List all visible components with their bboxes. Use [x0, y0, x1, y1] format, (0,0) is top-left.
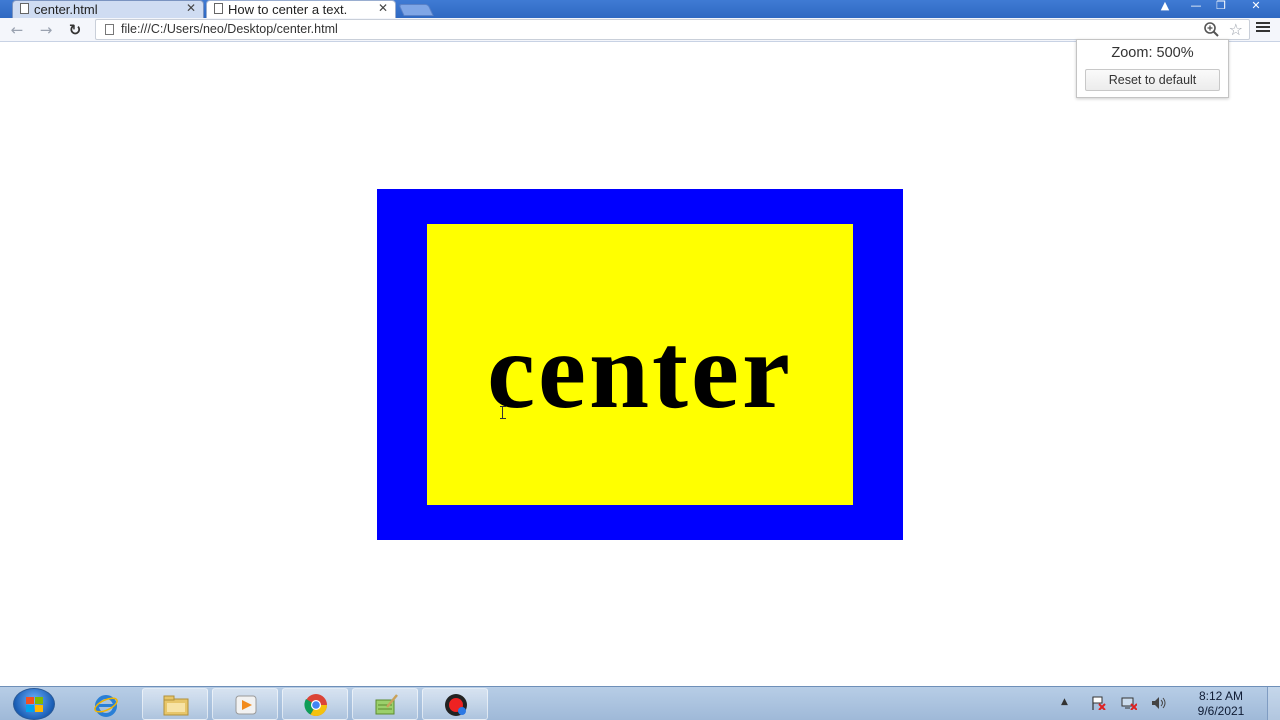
- clock-time: 8:12 AM: [1198, 689, 1244, 703]
- forward-arrow-icon[interactable]: →: [36, 21, 56, 39]
- record-icon: [445, 694, 467, 716]
- volume-icon[interactable]: [1151, 696, 1167, 710]
- page-icon: [214, 3, 223, 14]
- file-explorer-icon[interactable]: [142, 688, 208, 720]
- outer-blue-box: center: [377, 189, 903, 540]
- restore-button[interactable]: ❐: [1207, 0, 1235, 14]
- back-arrow-icon[interactable]: ←: [7, 21, 27, 39]
- media-play-icon: [235, 695, 257, 715]
- address-url[interactable]: file:///C:/Users/neo/Desktop/center.html: [121, 22, 338, 36]
- taskbar: ▲ 8:12 AM 9/6/2021: [0, 686, 1280, 720]
- notepad-pen-icon: [375, 694, 398, 715]
- menu-icon[interactable]: [1256, 22, 1270, 36]
- tab-close-icon[interactable]: ✕: [186, 1, 196, 15]
- chrome-icon[interactable]: [282, 688, 348, 720]
- user-icon[interactable]: ▲: [1151, 0, 1179, 14]
- tab-close-icon[interactable]: ✕: [378, 1, 388, 15]
- show-desktop-button[interactable]: [1267, 687, 1280, 720]
- notepad-icon[interactable]: [352, 688, 418, 720]
- inner-yellow-box: center: [427, 224, 853, 505]
- action-center-flag-icon[interactable]: [1090, 696, 1106, 710]
- reset-zoom-button[interactable]: Reset to default: [1085, 69, 1220, 91]
- tab-strip: center.html ✕ How to center a text. ✕ ▲ …: [0, 0, 1280, 18]
- bookmark-star-icon[interactable]: ☆: [1229, 20, 1243, 39]
- tab-title: center.html: [34, 1, 98, 17]
- reload-icon[interactable]: ↻: [65, 21, 85, 39]
- address-bar[interactable]: file:///C:/Users/neo/Desktop/center.html…: [95, 19, 1250, 40]
- internet-explorer-icon[interactable]: [72, 688, 138, 720]
- windows-flag-icon: [26, 697, 44, 713]
- centered-text: center: [487, 312, 793, 431]
- system-clock[interactable]: 8:12 AM 9/6/2021: [1180, 689, 1262, 719]
- text-cursor-icon: [500, 406, 508, 419]
- tab-title: How to center a text.: [228, 1, 348, 17]
- media-player-icon[interactable]: [212, 688, 278, 720]
- tab-how-to-center[interactable]: How to center a text. ✕: [206, 0, 396, 18]
- show-hidden-icons-chevron-icon[interactable]: ▲: [1061, 697, 1068, 707]
- new-tab-button[interactable]: [398, 4, 434, 16]
- screen-recorder-icon[interactable]: [422, 688, 488, 720]
- close-window-button[interactable]: ✕: [1240, 0, 1272, 14]
- network-icon[interactable]: [1121, 696, 1137, 710]
- clock-date: 9/6/2021: [1197, 704, 1245, 718]
- ie-logo-icon: [94, 695, 118, 717]
- folder-icon: [163, 695, 189, 716]
- page-icon: [20, 3, 29, 14]
- zoom-level-label: Zoom: 500%: [1111, 45, 1194, 61]
- page-icon: [105, 24, 114, 35]
- zoom-magnifier-icon[interactable]: [1203, 21, 1221, 39]
- chrome-logo-icon: [304, 694, 327, 716]
- start-icon[interactable]: [13, 688, 55, 720]
- tab-center-html[interactable]: center.html ✕: [12, 0, 204, 18]
- minimize-button[interactable]: —: [1182, 0, 1210, 14]
- zoom-popup: Zoom: 500% Reset to default: [1076, 39, 1229, 98]
